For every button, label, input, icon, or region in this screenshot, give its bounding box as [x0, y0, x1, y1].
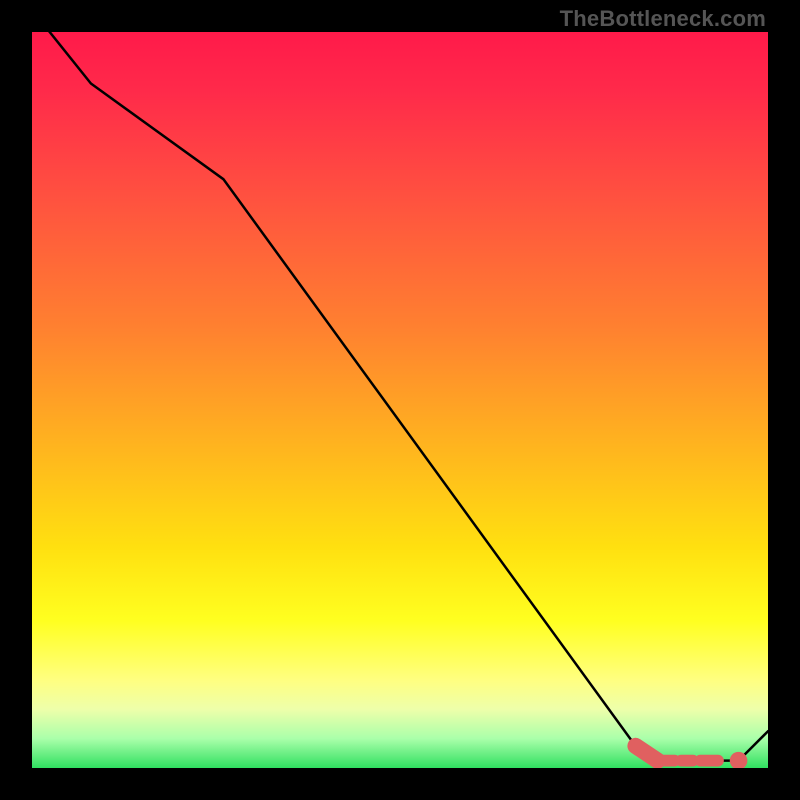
- chart-markers-layer: [636, 746, 748, 768]
- chart-main-curve: [32, 32, 768, 761]
- chart-svg: [32, 32, 768, 768]
- watermark-text: TheBottleneck.com: [560, 6, 766, 32]
- marker-segment: [636, 746, 658, 761]
- chart-line-layer: [32, 32, 768, 761]
